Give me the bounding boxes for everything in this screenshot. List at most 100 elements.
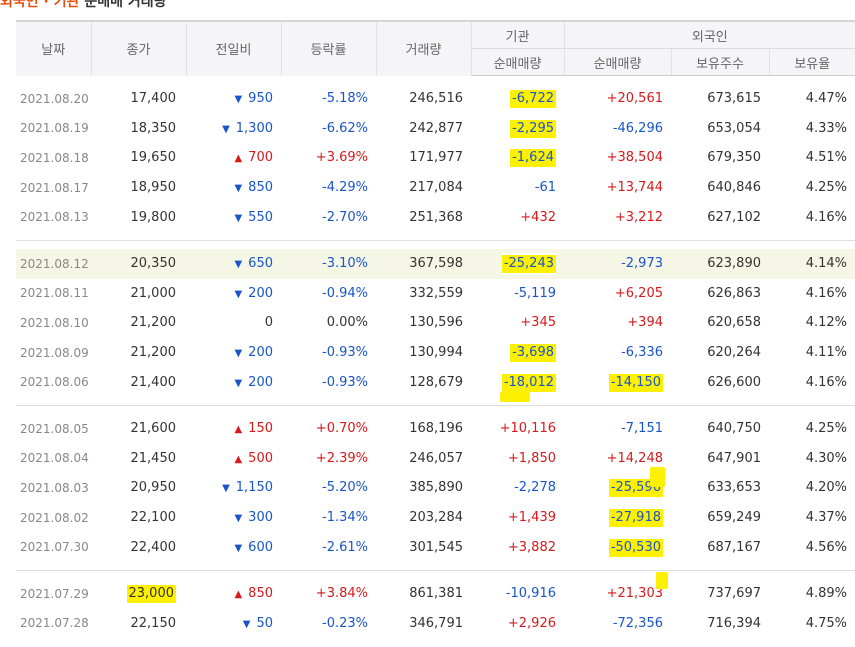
table-row: 2021.08.03 20,950 ▼ 1,150 -5.20% 385,890 -2,27… — [16, 473, 855, 503]
cell-date: 2021.08.11 — [20, 286, 89, 301]
table-body: 2021.08.20 17,400 ▼ 950 -5.18% 246,516 -6,722 +… — [16, 76, 855, 647]
cell-rate: -4.29% — [322, 180, 368, 196]
cell-foreign-net: +20,561 — [606, 91, 663, 107]
cell-inst-net: -5,119 — [514, 285, 556, 301]
triangle-up-icon: ▲ — [234, 589, 243, 601]
cell-rate: -1.34% — [322, 510, 368, 526]
triangle-down-icon: ▼ — [234, 94, 243, 106]
header-ratio: 보유율 — [768, 48, 855, 76]
cell-volume: 346,791 — [409, 615, 463, 631]
highlighter-stroke — [656, 572, 668, 589]
cell-ratio: 4.20% — [805, 480, 848, 496]
cell-volume: 171,977 — [409, 150, 463, 166]
title-rest: 순매매 거래량 — [79, 0, 167, 10]
cell-ratio: 4.16% — [805, 374, 848, 390]
cell-close: 17,400 — [130, 91, 177, 107]
cell-inst-net: +10,116 — [499, 421, 556, 437]
cell-change: 500 — [248, 450, 273, 466]
table-row: 2021.08.11 21,000 ▼ 200 -0.94% 332,559 -5,119 +… — [16, 279, 855, 309]
cell-rate: -6.62% — [322, 120, 368, 136]
header-for-net: 순매매량 — [563, 48, 671, 76]
cell-volume: 246,057 — [409, 450, 463, 466]
cell-change: 150 — [248, 421, 273, 437]
cell-volume: 385,890 — [409, 480, 463, 496]
cell-close: 21,400 — [130, 374, 177, 390]
table-row: 2021.08.04 21,450 ▲ 500 +2.39% 246,057 +1,850 +… — [16, 444, 855, 474]
cell-date: 2021.08.19 — [20, 121, 89, 136]
cell-rate: -5.20% — [322, 480, 368, 496]
cell-change: 600 — [248, 539, 273, 555]
cell-ratio: 4.11% — [805, 345, 848, 361]
cell-ratio: 4.25% — [805, 421, 848, 437]
cell-foreign-net: +3,212 — [614, 209, 663, 225]
cell-change: 850 — [248, 586, 273, 602]
header-foreign: 외국인 — [563, 20, 855, 49]
triangle-down-icon: ▼ — [234, 259, 243, 271]
cell-inst-net: +2,926 — [507, 615, 556, 631]
cell-close: 18,950 — [130, 180, 177, 196]
cell-foreign-net: -14,150 — [608, 371, 663, 393]
cell-volume: 332,559 — [409, 285, 463, 301]
cell-close: 21,200 — [130, 345, 177, 361]
cell-inst-net: -10,916 — [505, 586, 556, 602]
cell-date: 2021.08.09 — [20, 345, 89, 360]
cell-date: 2021.08.10 — [20, 315, 89, 330]
cell-inst-net: +1,439 — [507, 510, 556, 526]
cell-inst-net: +3,882 — [507, 539, 556, 555]
cell-inst-net: -25,243 — [501, 253, 556, 275]
cell-close: 23,000 — [126, 583, 176, 605]
cell-rate: -0.93% — [322, 345, 368, 361]
table-row: 2021.07.30 22,400 ▼ 600 -2.61% 301,545 +3,882 -… — [16, 532, 855, 562]
cell-close: 21,200 — [130, 315, 177, 331]
cell-change: 200 — [248, 285, 273, 301]
cell-foreign-net: +14,248 — [606, 450, 663, 466]
highlighter-stroke — [500, 392, 530, 402]
triangle-down-icon: ▼ — [234, 542, 243, 554]
cell-volume: 242,877 — [409, 120, 463, 136]
cell-ratio: 4.25% — [805, 180, 848, 196]
cell-ratio: 4.37% — [805, 510, 848, 526]
cell-foreign-net: -7,151 — [621, 421, 663, 437]
table-row: 2021.08.12 20,350 ▼ 650 -3.10% 367,598 -25,243… — [16, 248, 855, 279]
cell-foreign-net: +6,205 — [614, 285, 663, 301]
cell-rate: -3.10% — [322, 256, 368, 272]
header-rate: 등락률 — [280, 20, 376, 76]
triangle-down-icon: ▼ — [222, 123, 230, 135]
cell-rate: -0.94% — [322, 285, 368, 301]
cell-change: 650 — [248, 256, 273, 272]
cell-close: 21,000 — [130, 285, 177, 301]
trading-volume-table: 날짜 종가 전일비 등락률 거래량 기관 외국인 순매매량 순매매량 보유주수 … — [16, 20, 855, 646]
cell-rate: -0.93% — [322, 374, 368, 390]
cell-close: 18,350 — [130, 120, 177, 136]
cell-date: 2021.08.20 — [20, 91, 89, 106]
cell-date: 2021.07.29 — [20, 586, 89, 601]
table-row: 2021.08.20 17,400 ▼ 950 -5.18% 246,516 -6,722 +… — [16, 84, 855, 114]
cell-holdings: 640,846 — [707, 180, 761, 196]
table-row: 2021.07.28 22,150 ▼ 50 -0.23% 346,791 +2,926 -7… — [16, 609, 855, 639]
cell-holdings: 673,615 — [707, 91, 761, 107]
cell-inst-net: -1,624 — [510, 147, 556, 169]
cell-close: 20,350 — [130, 256, 177, 272]
cell-close: 19,650 — [130, 150, 177, 166]
table-row: 2021.08.06 21,400 ▼ 200 -0.93% 128,679 -18,012… — [16, 367, 855, 397]
cell-rate: +3.69% — [315, 150, 368, 166]
header-date: 날짜 — [16, 20, 91, 76]
cell-foreign-net: +394 — [627, 315, 663, 331]
cell-date: 2021.08.03 — [20, 480, 89, 495]
table-row: 2021.08.17 18,950 ▼ 850 -4.29% 217,084 -61 +13,… — [16, 173, 855, 203]
cell-holdings: 679,350 — [707, 150, 761, 166]
table-row: 2021.08.09 21,200 ▼ 200 -0.93% 130,994 -3,698 -… — [16, 338, 855, 368]
cell-rate: +0.70% — [315, 421, 368, 437]
cell-change: 850 — [248, 180, 273, 196]
cell-close: 19,800 — [130, 209, 177, 225]
cell-volume: 246,516 — [409, 91, 463, 107]
cell-volume: 251,368 — [409, 209, 463, 225]
cell-inst-net: -6,722 — [510, 88, 556, 110]
cell-foreign-net: -2,973 — [621, 256, 663, 272]
cell-date: 2021.08.06 — [20, 375, 89, 390]
cell-inst-net: +345 — [520, 315, 556, 331]
cell-rate: +3.84% — [315, 586, 368, 602]
cell-date: 2021.08.02 — [20, 510, 89, 525]
cell-change: 200 — [248, 345, 273, 361]
cell-date: 2021.08.18 — [20, 150, 89, 165]
